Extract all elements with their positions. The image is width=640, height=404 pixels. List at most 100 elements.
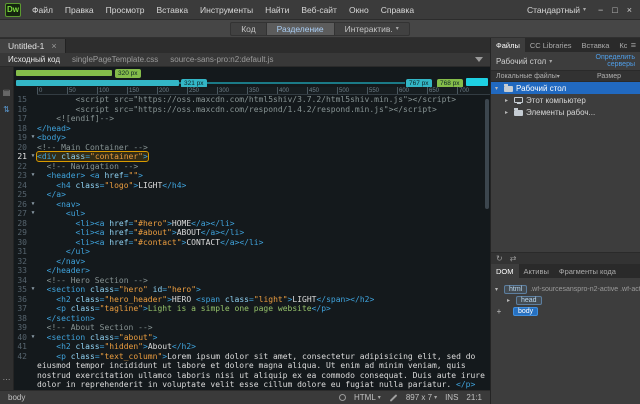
- refresh-icon[interactable]: ↻: [496, 254, 503, 264]
- media-bar-teal[interactable]: [16, 80, 179, 86]
- tree-item[interactable]: ▾Рабочий стол: [491, 82, 640, 94]
- code-line[interactable]: 16 <script src="https://oss.maxcdn.com/r…: [14, 105, 490, 115]
- code-line[interactable]: 40▼ <section class="about">: [14, 333, 490, 343]
- doc-type-selector[interactable]: HTML ▾: [354, 393, 381, 402]
- toolbar-more-icon[interactable]: ⋯: [3, 376, 11, 384]
- code-line[interactable]: 28 <li><a href="#hero">HOME</a></li>: [14, 219, 490, 229]
- code-line[interactable]: 30 <li><a href="#contact">CONTACT</a></l…: [14, 238, 490, 248]
- code-line[interactable]: 15 <script src="https://oss.maxcdn.com/h…: [14, 95, 490, 105]
- panel-tab[interactable]: CC Libraries: [525, 38, 577, 52]
- code-line[interactable]: 26▼ <nav>: [14, 200, 490, 210]
- code-line[interactable]: 22 <!-- Navigation -->: [14, 162, 490, 172]
- chevron-right-icon[interactable]: ▸: [505, 109, 511, 116]
- code-line[interactable]: 39 <!-- About Section -->: [14, 323, 490, 333]
- media-bar-cyan[interactable]: [466, 78, 488, 86]
- fold-arrow-icon[interactable]: ▼: [29, 209, 37, 219]
- menu-item[interactable]: Просмотр: [100, 5, 151, 15]
- panel-tab[interactable]: Вставка: [577, 38, 615, 52]
- code-line[interactable]: 17 <![endif]-->: [14, 114, 490, 124]
- dom-node[interactable]: ▾html.wf-sourcesanspro-n2-active .wf-act…: [491, 284, 640, 295]
- dom-element-tag[interactable]: html: [504, 285, 527, 294]
- panel-tab[interactable]: Конструктор CSS: [614, 38, 626, 52]
- fold-arrow-icon[interactable]: ▼: [29, 171, 37, 181]
- menu-item[interactable]: Файл: [26, 5, 59, 15]
- window-size-selector[interactable]: 897 x 7 ▾: [406, 393, 437, 402]
- menu-item[interactable]: Вставка: [150, 5, 194, 15]
- local-files-column[interactable]: Локальные файлы: [496, 73, 557, 80]
- menu-item[interactable]: Инструменты: [194, 5, 259, 15]
- code-line[interactable]: 33 </header>: [14, 266, 490, 276]
- menu-item[interactable]: Правка: [59, 5, 100, 15]
- dom-element-tag[interactable]: body: [513, 307, 538, 316]
- close-tab-icon[interactable]: ×: [51, 41, 56, 51]
- open-documents-icon[interactable]: ▤: [3, 89, 11, 97]
- dom-element-tag[interactable]: head: [516, 296, 542, 305]
- chevron-down-icon[interactable]: ▾: [495, 85, 501, 92]
- size-column[interactable]: Размер: [597, 73, 621, 80]
- code-line[interactable]: 41 <h2 class="hidden">About</h2>: [14, 342, 490, 352]
- document-tab[interactable]: Untitled-1 ×: [0, 39, 66, 53]
- code-line[interactable]: 42 <p class="text_column">Lorem ipsum do…: [14, 352, 490, 390]
- related-file[interactable]: singlePageTemplate.css: [72, 55, 158, 64]
- close-button[interactable]: ×: [627, 5, 632, 15]
- code-line[interactable]: 34 <!-- Hero Section -->: [14, 276, 490, 286]
- related-file[interactable]: source-sans-pro:n2:default.js: [170, 55, 273, 64]
- dom-node[interactable]: + body: [491, 306, 640, 317]
- code-line[interactable]: 32 </nav>: [14, 257, 490, 267]
- file-management-icon[interactable]: ⇅: [3, 106, 10, 114]
- panel-tab[interactable]: Фрагменты кода: [554, 264, 621, 278]
- tag-selector[interactable]: body: [8, 393, 25, 402]
- media-bar-green[interactable]: [16, 70, 112, 76]
- code-line[interactable]: 21▼<div class="container">: [14, 152, 490, 162]
- maximize-button[interactable]: □: [612, 5, 617, 15]
- dom-node[interactable]: ▸head: [491, 295, 640, 306]
- tree-item[interactable]: ▸Элементы рабоч...: [491, 106, 640, 118]
- get-put-icon[interactable]: ⇄: [510, 254, 517, 264]
- fold-arrow-icon[interactable]: ▼: [29, 133, 37, 143]
- panel-menu-icon[interactable]: ≡: [627, 38, 640, 52]
- lint-status-icon[interactable]: [339, 394, 346, 401]
- minimize-button[interactable]: −: [598, 5, 603, 15]
- fold-arrow-icon[interactable]: ▼: [29, 333, 37, 343]
- code-line[interactable]: 29 <li><a href="#about">ABOUT</a></li>: [14, 228, 490, 238]
- panel-tab[interactable]: DOM: [491, 264, 519, 278]
- code-line[interactable]: 35▼ <section class="hero" id="hero">: [14, 285, 490, 295]
- code-line[interactable]: 38 </section>: [14, 314, 490, 324]
- menu-item[interactable]: Веб-сайт: [295, 5, 343, 15]
- media-badge[interactable]: 320 px: [115, 69, 141, 78]
- code-line[interactable]: 19▼<body>: [14, 133, 490, 143]
- view-mode-button[interactable]: Интерактив.▾: [334, 23, 409, 35]
- code-line[interactable]: 31 </ul>: [14, 247, 490, 257]
- code-line[interactable]: 37 <p class="tagline">Light is a simple …: [14, 304, 490, 314]
- site-dropdown[interactable]: Рабочий стол ▾: [496, 57, 552, 66]
- define-servers-link[interactable]: Определить серверы: [577, 54, 635, 69]
- menu-item[interactable]: Справка: [375, 5, 420, 15]
- add-element-icon[interactable]: +: [495, 307, 503, 316]
- code-scrollbar[interactable]: [485, 99, 489, 209]
- panel-tab[interactable]: Активы: [519, 264, 554, 278]
- view-mode-button[interactable]: Разделение: [266, 23, 334, 35]
- chevron-down-icon[interactable]: ▾: [495, 286, 501, 293]
- edit-icon[interactable]: [389, 394, 397, 402]
- code-line[interactable]: 23▼ <header> <a href="">: [14, 171, 490, 181]
- chevron-right-icon[interactable]: ▸: [507, 297, 513, 304]
- menu-item[interactable]: Найти: [259, 5, 295, 15]
- code-editor[interactable]: 15 <script src="https://oss.maxcdn.com/h…: [14, 95, 490, 390]
- code-line[interactable]: 36 <h2 class="hero_header">HERO <span cl…: [14, 295, 490, 305]
- code-line[interactable]: 25 </a>: [14, 190, 490, 200]
- filter-icon[interactable]: [475, 57, 483, 62]
- menu-item[interactable]: Окно: [343, 5, 375, 15]
- code-line[interactable]: 20<!-- Main Container -->: [14, 143, 490, 153]
- code-line[interactable]: 18</head>: [14, 124, 490, 134]
- chevron-right-icon[interactable]: ▸: [505, 97, 511, 104]
- fold-arrow-icon[interactable]: ▼: [29, 200, 37, 210]
- workspace-switcher[interactable]: Стандартный ▾: [527, 5, 586, 15]
- tree-item[interactable]: ▸Этот компьютер: [491, 94, 640, 106]
- code-line[interactable]: 24 <h4 class="logo">LIGHT</h4>: [14, 181, 490, 191]
- code-line[interactable]: 27▼ <ul>: [14, 209, 490, 219]
- panel-tab[interactable]: Файлы: [491, 38, 525, 52]
- fold-arrow-icon[interactable]: ▼: [29, 152, 37, 162]
- related-file[interactable]: Исходный код: [8, 55, 60, 64]
- view-mode-button[interactable]: Код: [231, 23, 265, 35]
- fold-arrow-icon[interactable]: ▼: [29, 285, 37, 295]
